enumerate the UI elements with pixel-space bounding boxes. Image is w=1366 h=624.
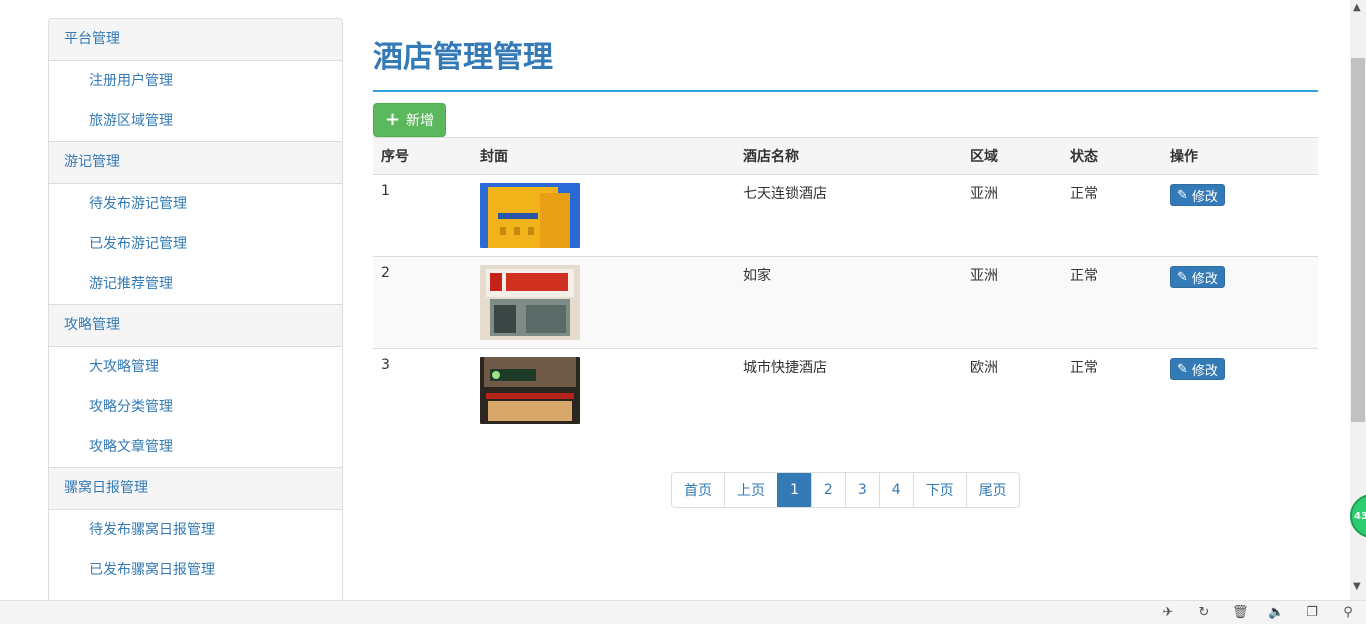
cell-name: 城市快捷酒店 [743,360,827,376]
table-row: 2 如家 亚洲 正常 ✎ 修改 [373,256,1318,349]
sidebar-group-title[interactable]: 平台管理 [49,19,342,61]
pencil-icon: ✎ [1177,269,1188,285]
sidebar-group-guides: 攻略管理 大攻略管理 攻略分类管理 攻略文章管理 [49,304,342,467]
sidebar-group-travelogue: 游记管理 待发布游记管理 已发布游记管理 游记推荐管理 [49,141,342,304]
cell-region: 亚洲 [962,256,1062,349]
cell-region: 亚洲 [962,174,1062,257]
add-button[interactable]: + 新增 [373,103,446,137]
edit-button-label: 修改 [1191,189,1218,205]
table-row: 3 城市快捷酒店 欧洲 正常 ✎ 修改 [373,349,1318,433]
cell-status: 正常 [1070,360,1098,376]
pin-icon[interactable]: ✈ [1160,605,1176,621]
cell-status: 正常 [1062,174,1162,257]
pencil-icon: ✎ [1177,187,1188,203]
cell-action: ✎ 修改 [1162,256,1318,349]
pencil-icon: ✎ [1177,361,1188,377]
window-icon[interactable]: ❐ [1304,605,1320,621]
hotel-table: 序号 封面 酒店名称 区域 状态 操作 1 七天连锁酒店 亚洲 正常 ✎ 修改 … [373,137,1318,433]
sidebar-item-guide-categories[interactable]: 攻略分类管理 [49,387,342,427]
sidebar-item-guide-articles[interactable]: 攻略文章管理 [49,427,342,467]
cell-name: 七天连锁酒店 [735,174,962,257]
sidebar-item-published-travelogues[interactable]: 已发布游记管理 [49,224,342,264]
sidebar-item-registered-users[interactable]: 注册用户管理 [49,61,342,101]
scrollbar-thumb[interactable] [1351,58,1365,422]
sidebar-item-recommended-travelogues[interactable]: 游记推荐管理 [49,264,342,304]
edit-button[interactable]: ✎ 修改 [1170,184,1225,206]
add-button-label: 新增 [406,113,435,129]
speaker-icon[interactable]: 🔈 [1268,605,1284,621]
plus-icon: + [384,109,401,130]
sidebar-group-title[interactable]: 游记管理 [49,141,342,184]
col-status: 状态 [1062,137,1162,175]
last-page-link[interactable]: 尾页 [965,473,1019,507]
edit-button-label: 修改 [1191,271,1218,287]
page-link-2[interactable]: 2 [810,473,845,507]
page-link-1[interactable]: 1 [777,473,811,507]
cell-cover [472,256,735,349]
sidebar-item-travel-regions[interactable]: 旅游区域管理 [49,101,342,141]
cell-index: 3 [381,357,390,373]
cell-action: ✎ 修改 [1162,174,1318,257]
prev-page-link[interactable]: 上页 [724,473,777,507]
pagination: 首页 上页 1 2 3 4 下页 尾页 [671,472,1020,508]
sidebar-item-published-daily[interactable]: 已发布骡窝日报管理 [49,550,342,590]
page-link-4[interactable]: 4 [878,473,913,507]
next-page-link[interactable]: 下页 [912,473,966,507]
sidebar-group-platform: 平台管理 注册用户管理 旅游区域管理 [49,19,342,141]
col-name: 酒店名称 [735,137,962,175]
scroll-up-icon[interactable]: ▲ [1353,2,1361,13]
edit-button-label: 修改 [1191,363,1218,379]
scroll-down-icon[interactable]: ▼ [1353,581,1361,592]
page-title: 酒店管理管理 [373,18,1318,92]
sidebar-item-big-guides[interactable]: 大攻略管理 [49,347,342,387]
cell-index: 2 [373,256,472,349]
col-index: 序号 [373,137,472,175]
browser-bottom-toolbar: ✈ ↻ 🗑 🔈 ❐ ⚲ [0,600,1366,624]
first-page-link[interactable]: 首页 [672,473,724,507]
cell-name: 如家 [735,256,962,349]
sidebar-group-daily: 骡窝日报管理 待发布骡窝日报管理 已发布骡窝日报管理 [49,467,342,590]
col-action: 操作 [1162,137,1318,175]
sidebar-item-pending-travelogues[interactable]: 待发布游记管理 [49,184,342,224]
hotel-cover-image [480,183,580,248]
sidebar: 平台管理 注册用户管理 旅游区域管理 游记管理 待发布游记管理 已发布游记管理 … [48,18,343,619]
sidebar-group-title[interactable]: 攻略管理 [49,304,342,347]
cell-cover [472,174,735,257]
cell-action: ✎ 修改 [1162,349,1318,433]
cell-index: 1 [373,174,472,257]
col-region: 区域 [962,137,1062,175]
table-header-row: 序号 封面 酒店名称 区域 状态 操作 [373,137,1318,175]
col-cover: 封面 [472,137,735,175]
hotel-cover-image [480,265,580,340]
cell-status: 正常 [1062,256,1162,349]
main-content: 酒店管理管理 + 新增 序号 封面 酒店名称 区域 状态 操作 1 七天连锁酒店… [373,18,1318,424]
hotel-cover-image [480,357,580,424]
cell-cover [472,349,735,433]
trash-icon[interactable]: 🗑 [1232,605,1249,621]
table-row: 1 七天连锁酒店 亚洲 正常 ✎ 修改 [373,174,1318,257]
edit-button[interactable]: ✎ 修改 [1170,358,1225,380]
sidebar-item-pending-daily[interactable]: 待发布骡窝日报管理 [49,510,342,550]
page-link-3[interactable]: 3 [844,473,879,507]
edit-button[interactable]: ✎ 修改 [1170,266,1225,288]
cell-region: 欧洲 [970,360,998,376]
refresh-icon[interactable]: ↻ [1196,605,1212,621]
zoom-icon[interactable]: ⚲ [1340,605,1356,621]
sidebar-group-title[interactable]: 骡窝日报管理 [49,467,342,510]
